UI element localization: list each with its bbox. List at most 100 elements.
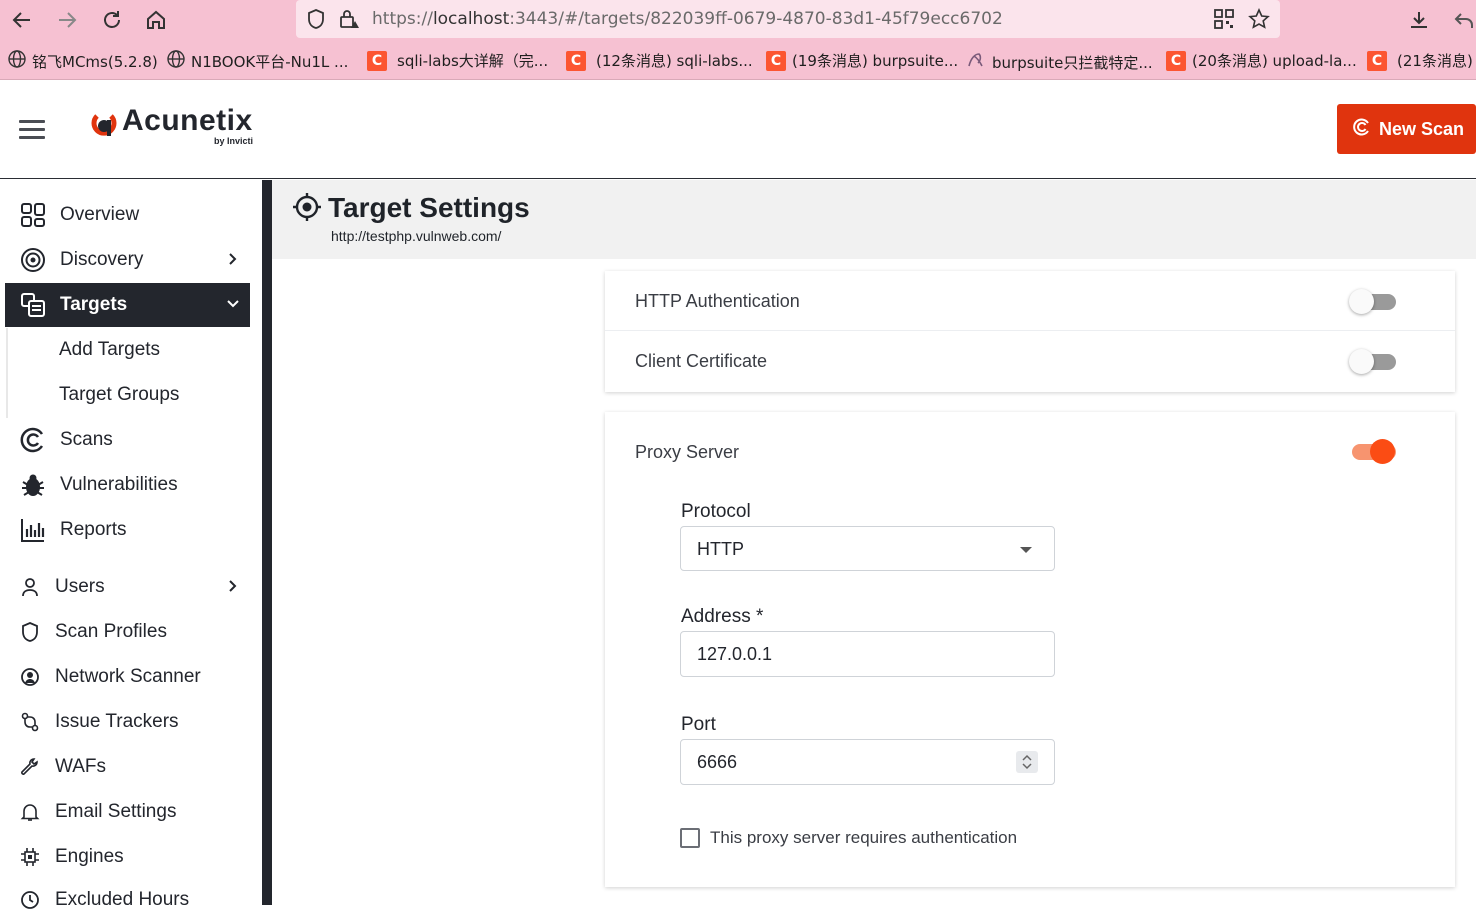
bookmark-item[interactable]: C (12条消息) sqli-labs... bbox=[566, 50, 753, 71]
sidebar-item-discovery[interactable]: Discovery bbox=[5, 238, 250, 282]
bookmark-label: N1BOOK平台-Nu1L ... bbox=[191, 52, 349, 71]
bookmark-label: (20条消息) upload-la... bbox=[1192, 52, 1357, 70]
sidebar-item-network-scanner[interactable]: Network Scanner bbox=[18, 657, 258, 697]
http-auth-row: HTTP Authentication bbox=[605, 271, 1455, 331]
qr-code-icon[interactable] bbox=[1214, 9, 1234, 34]
targets-icon bbox=[19, 291, 47, 319]
lock-warning-icon[interactable] bbox=[338, 8, 360, 35]
back-icon[interactable] bbox=[8, 6, 36, 34]
sidebar-item-label: Overview bbox=[60, 204, 140, 225]
new-scan-button[interactable]: New Scan bbox=[1337, 104, 1476, 154]
reload-icon[interactable] bbox=[98, 6, 126, 34]
bookmark-label: 铭飞MCms(5.2.8) bbox=[32, 52, 158, 71]
browser-toolbar: https://localhost:3443/#/targets/822039f… bbox=[0, 0, 1476, 40]
address-bar[interactable]: https://localhost:3443/#/targets/822039f… bbox=[296, 0, 1280, 38]
sidebar-item-label: Users bbox=[55, 576, 105, 597]
sidebar-item-issue-trackers[interactable]: Issue Trackers bbox=[18, 702, 258, 742]
bookmark-label: burpsuite只拦截特定... bbox=[992, 53, 1153, 72]
sidebar-item-targets[interactable]: Targets bbox=[5, 283, 250, 327]
sidebar-item-email-settings[interactable]: Email Settings bbox=[18, 792, 258, 832]
sidebar-item-target-groups[interactable]: Target Groups bbox=[59, 384, 179, 406]
auth-settings-card: HTTP Authentication Client Certificate bbox=[605, 271, 1455, 392]
sidebar-item-excluded-hours[interactable]: Excluded Hours bbox=[18, 880, 258, 920]
bug-icon bbox=[19, 471, 47, 499]
clock-icon bbox=[18, 888, 42, 912]
acunetix-logo-icon bbox=[89, 104, 119, 148]
sidebar-item-reports[interactable]: Reports bbox=[5, 508, 250, 552]
client-cert-toggle[interactable] bbox=[1349, 349, 1397, 374]
sidebar-item-label: Reports bbox=[60, 519, 127, 540]
sidebar-item-label: Excluded Hours bbox=[55, 889, 190, 910]
sidebar-item-wafs[interactable]: WAFs bbox=[18, 747, 258, 787]
user-icon bbox=[18, 575, 42, 599]
url-text[interactable]: https://localhost:3443/#/targets/822039f… bbox=[372, 9, 1003, 29]
sidebar-item-label: Discovery bbox=[60, 249, 144, 270]
new-scan-label: New Scan bbox=[1379, 118, 1465, 139]
site-icon bbox=[966, 50, 986, 74]
sidebar-item-overview[interactable]: Overview bbox=[5, 193, 250, 237]
sidebar-item-vulnerabilities[interactable]: Vulnerabilities bbox=[5, 463, 250, 507]
logo-name: Acunetix bbox=[122, 104, 253, 137]
http-auth-toggle[interactable] bbox=[1349, 289, 1397, 314]
globe-icon bbox=[8, 50, 26, 72]
protocol-select[interactable]: HTTP bbox=[680, 526, 1055, 571]
chevron-right-icon bbox=[226, 250, 240, 272]
sidebar-item-add-targets[interactable]: Add Targets bbox=[59, 339, 160, 361]
chevron-right-icon bbox=[226, 577, 240, 599]
engine-icon bbox=[18, 845, 42, 869]
client-cert-row: Client Certificate bbox=[605, 331, 1455, 391]
home-icon[interactable] bbox=[142, 6, 170, 34]
discovery-icon bbox=[19, 246, 47, 274]
issue-tracker-icon bbox=[18, 710, 42, 734]
bookmark-item[interactable]: 铭飞MCms(5.2.8) bbox=[8, 50, 158, 72]
sidebar-item-label: Issue Trackers bbox=[55, 711, 179, 732]
sidebar-item-label: Engines bbox=[55, 846, 124, 867]
bookmark-label: sqli-labs大详解（完... bbox=[397, 52, 549, 70]
globe-icon bbox=[167, 50, 185, 72]
proxy-server-toggle[interactable] bbox=[1349, 439, 1397, 464]
scans-icon bbox=[19, 426, 47, 454]
csdn-icon: C bbox=[367, 50, 387, 71]
sidebar-item-scans[interactable]: Scans bbox=[5, 418, 250, 462]
client-cert-label: Client Certificate bbox=[635, 351, 768, 371]
sidebar-item-label: WAFs bbox=[55, 756, 107, 777]
bookmark-item[interactable]: burpsuite只拦截特定... bbox=[966, 50, 1153, 74]
bookmark-item[interactable]: C (20条消息) upload-la... bbox=[1166, 50, 1357, 71]
address-label: Address * bbox=[681, 606, 764, 627]
forward-icon[interactable] bbox=[53, 6, 81, 34]
sidebar-item-label: Vulnerabilities bbox=[60, 474, 178, 495]
port-input[interactable]: 6666 bbox=[680, 739, 1055, 785]
logo-subtitle: by Invicti bbox=[214, 136, 254, 146]
sidebar-item-label: Scan Profiles bbox=[55, 621, 167, 642]
csdn-icon: C bbox=[1367, 50, 1387, 71]
menu-icon[interactable] bbox=[19, 120, 45, 139]
sidebar-item-label: Email Settings bbox=[55, 801, 177, 822]
target-url: http://testphp.vulnweb.com/ bbox=[331, 228, 502, 244]
sidebar-item-users[interactable]: Users bbox=[18, 567, 258, 607]
bell-icon bbox=[18, 800, 42, 824]
number-stepper-icon[interactable] bbox=[1016, 751, 1038, 773]
bookmark-label: (19条消息) burpsuite... bbox=[792, 52, 959, 70]
bookmark-item[interactable]: C (21条消息) bbox=[1367, 50, 1473, 71]
network-scanner-icon bbox=[18, 665, 42, 689]
port-label: Port bbox=[681, 714, 716, 735]
sidebar-item-label: Targets bbox=[60, 294, 128, 315]
bookmark-item[interactable]: N1BOOK平台-Nu1L ... bbox=[167, 50, 348, 72]
shield-icon bbox=[306, 8, 326, 35]
overview-icon bbox=[19, 201, 47, 229]
proxy-auth-checkbox[interactable] bbox=[680, 828, 700, 848]
csdn-icon: C bbox=[1166, 50, 1186, 71]
sidebar-item-scan-profiles[interactable]: Scan Profiles bbox=[18, 612, 258, 652]
bookmark-item[interactable]: C (19条消息) burpsuite... bbox=[766, 50, 958, 71]
page-title: Target Settings bbox=[328, 192, 530, 223]
proxy-auth-label: This proxy server requires authenticatio… bbox=[710, 828, 1018, 847]
star-icon[interactable] bbox=[1248, 8, 1270, 35]
bookmark-item[interactable]: C sqli-labs大详解（完... bbox=[367, 50, 548, 71]
download-icon[interactable] bbox=[1405, 6, 1433, 34]
protocol-value: HTTP bbox=[697, 539, 744, 559]
undo-icon[interactable] bbox=[1450, 6, 1476, 34]
csdn-icon: C bbox=[566, 50, 586, 71]
sidebar-item-engines[interactable]: Engines bbox=[18, 837, 258, 877]
bookmark-label: (21条消息) bbox=[1397, 52, 1473, 70]
address-input[interactable]: 127.0.0.1 bbox=[680, 631, 1055, 677]
